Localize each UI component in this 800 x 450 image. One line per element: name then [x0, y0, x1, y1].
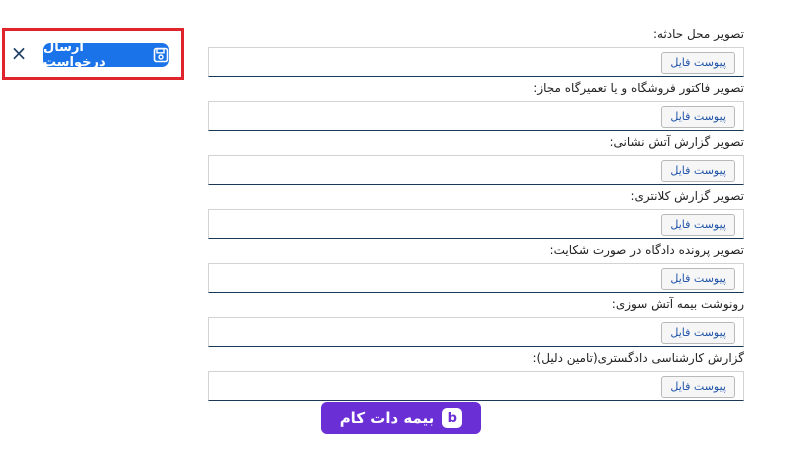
save-icon: [153, 47, 169, 63]
field-label-incident-photo: تصویر محل حادثه:: [652, 27, 744, 41]
close-icon: ×: [10, 41, 28, 65]
brand-mark-icon: b: [442, 408, 463, 428]
close-button[interactable]: ×: [10, 42, 28, 64]
watermark-logo: b بیمه دات کام: [321, 402, 481, 434]
attach-file-button[interactable]: پیوست فایل: [661, 160, 735, 182]
file-field-incident-photo: پیوست فایل: [208, 47, 744, 77]
file-field-court-file: پیوست فایل: [208, 263, 744, 293]
submit-button-label: ارسال درخواست: [43, 40, 106, 70]
field-label-fire-insurance-copy: رونوشت بیمه آتش سوزی:: [611, 297, 744, 311]
field-label-fire-dept-report: تصویر گزارش آتش نشانی:: [609, 135, 744, 149]
field-label-invoice-photo: تصویر فاکتور فروشگاه و یا تعمیرگاه مجاز:: [533, 81, 744, 95]
file-field-invoice-photo: پیوست فایل: [208, 101, 744, 131]
watermark-text: بیمه دات کام: [339, 409, 435, 427]
attach-file-button[interactable]: پیوست فایل: [661, 322, 735, 344]
attach-file-button[interactable]: پیوست فایل: [661, 106, 735, 128]
attach-file-button[interactable]: پیوست فایل: [661, 52, 735, 74]
submit-request-button[interactable]: ارسال درخواست: [43, 40, 169, 70]
file-field-police-report: پیوست فایل: [208, 209, 744, 239]
attach-file-button[interactable]: پیوست فایل: [661, 214, 735, 236]
page: × ارسال درخواست تصویر محل حادثه: پیوست ف…: [0, 0, 800, 450]
field-label-court-file: تصویر پرونده دادگاه در صورت شکایت:: [549, 243, 744, 257]
file-field-expert-report: پیوست فایل: [208, 371, 744, 401]
field-label-expert-report: گزارش کارشناسی دادگستری(تامین دلیل):: [532, 351, 744, 365]
file-field-fire-insurance-copy: پیوست فایل: [208, 317, 744, 347]
file-field-fire-dept-report: پیوست فایل: [208, 155, 744, 185]
attach-file-button[interactable]: پیوست فایل: [661, 268, 735, 290]
attach-file-button[interactable]: پیوست فایل: [661, 376, 735, 398]
field-label-police-report: تصویر گزارش کلانتری:: [630, 189, 744, 203]
